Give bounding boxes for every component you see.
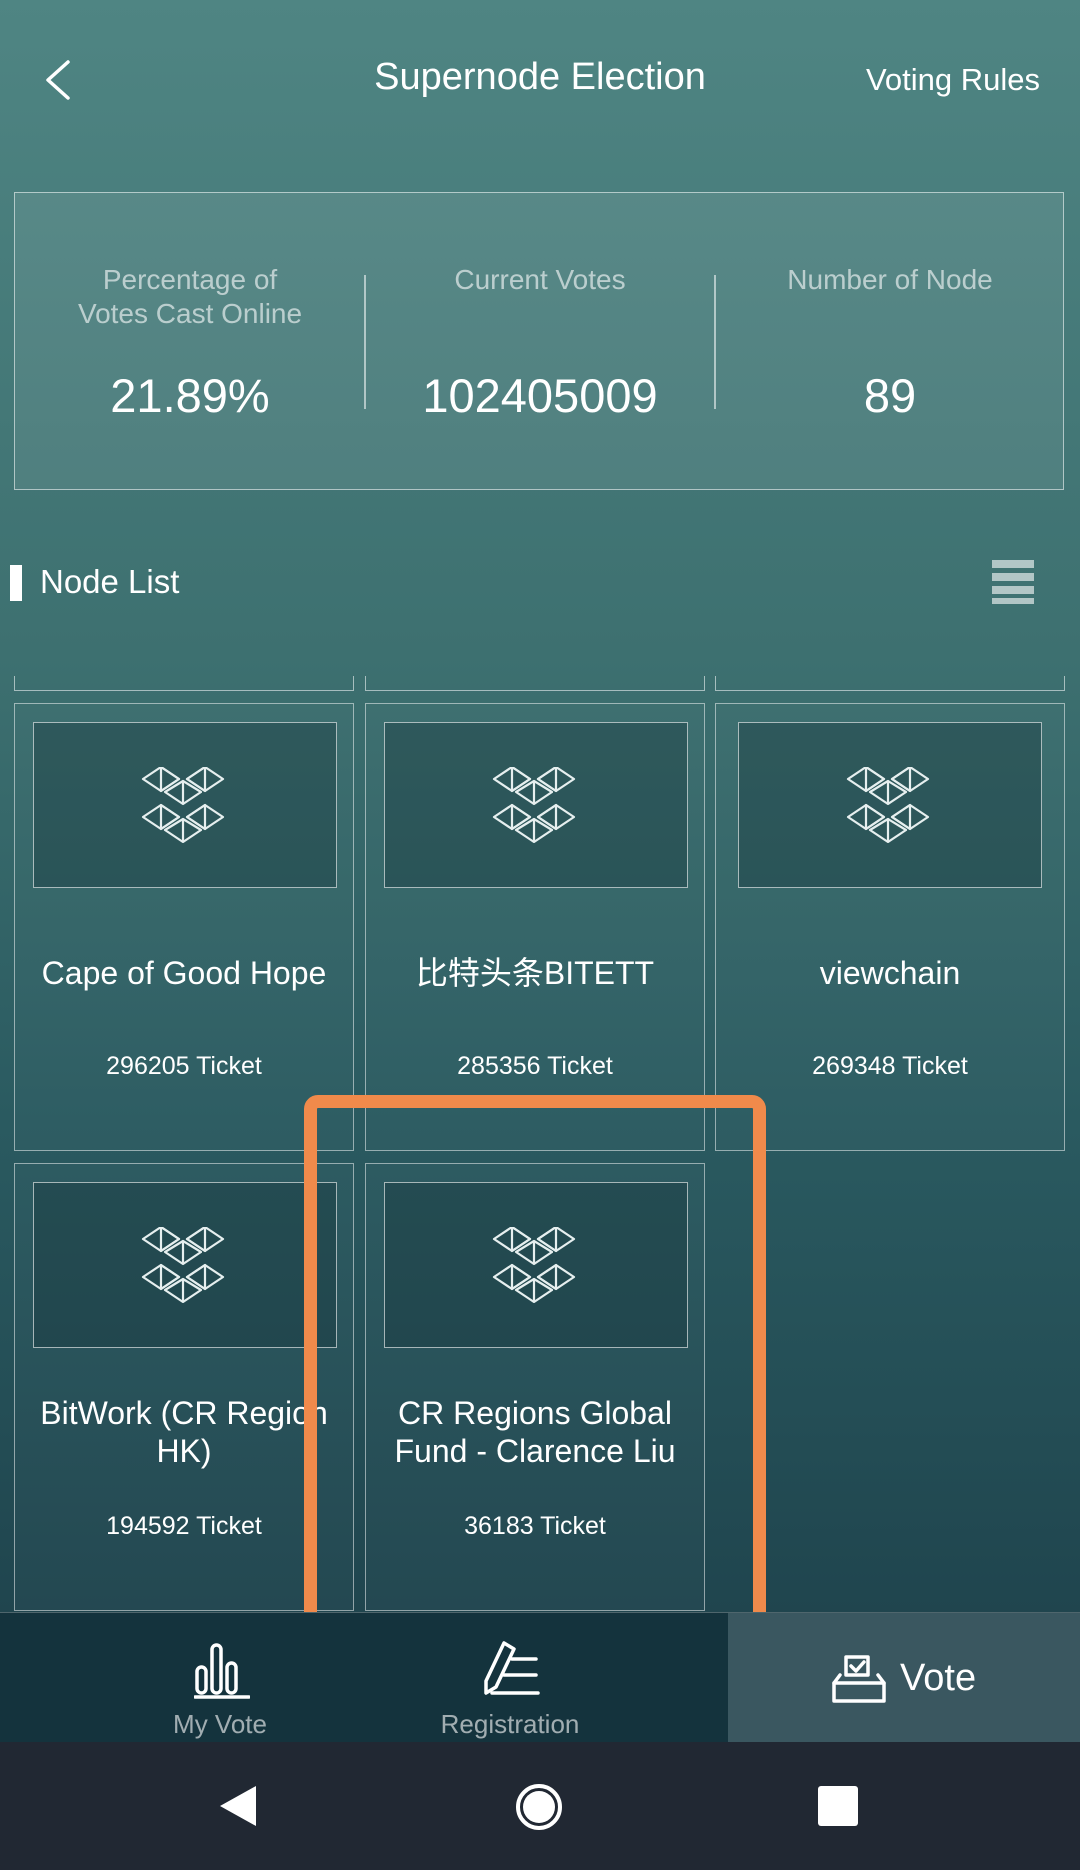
- edit-pen-icon: [484, 1641, 540, 1695]
- node-thumbnail: [33, 722, 337, 888]
- node-tickets: 296205 Ticket: [106, 1052, 262, 1080]
- node-name: 比特头条BITETT: [415, 955, 655, 991]
- node-thumbnail: [738, 722, 1042, 888]
- node-thumbnail: [384, 722, 688, 888]
- stat-node-count: Number of Node 89: [715, 193, 1065, 491]
- app-header: Supernode Election Voting Rules: [0, 0, 1080, 160]
- node-name: Cape of Good Hope: [41, 955, 327, 991]
- nav-recents-icon[interactable]: [818, 1786, 858, 1826]
- card-peek: [365, 676, 705, 691]
- node-tickets: 285356 Ticket: [457, 1052, 613, 1080]
- node-logo-icon: [846, 767, 930, 843]
- stat-current-votes: Current Votes 102405009: [365, 193, 715, 491]
- tab-my-vote[interactable]: My Vote: [150, 1613, 290, 1743]
- node-card[interactable]: 比特头条BITETT 285356 Ticket: [365, 703, 705, 1151]
- vote-label: Vote: [900, 1657, 977, 1699]
- card-peek: [14, 676, 354, 691]
- vote-button[interactable]: Vote: [728, 1613, 1080, 1743]
- stat-value: 21.89%: [110, 369, 270, 422]
- stat-online-percentage: Percentage of Votes Cast Online 21.89%: [15, 193, 365, 491]
- tab-registration[interactable]: Registration: [420, 1613, 600, 1743]
- stat-value: 89: [863, 369, 917, 422]
- stat-label: Number of Node: [787, 264, 993, 295]
- nav-back-icon[interactable]: [218, 1784, 258, 1828]
- nav-home-icon[interactable]: [514, 1782, 564, 1832]
- stat-label: Percentage of Votes Cast Online: [77, 264, 303, 329]
- tab-label: Registration: [440, 1709, 580, 1739]
- stat-value: 102405009: [422, 369, 658, 422]
- node-tickets: 269348 Ticket: [812, 1052, 968, 1080]
- highlight-annotation-box: [304, 1095, 766, 1673]
- node-name: BitWork (CR Region HK): [40, 1395, 328, 1469]
- node-logo-icon: [141, 1227, 225, 1303]
- stat-label: Current Votes: [454, 264, 626, 295]
- section-title: Node List: [40, 563, 180, 600]
- node-name: viewchain: [819, 955, 961, 991]
- tab-label: My Vote: [173, 1709, 267, 1739]
- section-accent-bar: [10, 565, 22, 601]
- voting-rules-link[interactable]: Voting Rules: [866, 62, 1040, 98]
- node-card[interactable]: BitWork (CR Region HK) 194592 Ticket: [14, 1163, 354, 1611]
- bottom-tab-bar: My Vote Registration Vote: [0, 1612, 1080, 1743]
- ballot-box-icon: [832, 1655, 886, 1703]
- node-thumbnail: [33, 1182, 337, 1348]
- bar-chart-icon: [194, 1643, 250, 1699]
- node-card[interactable]: viewchain 269348 Ticket: [715, 703, 1065, 1151]
- node-list-header: Node List: [0, 555, 1080, 609]
- node-card[interactable]: Cape of Good Hope 296205 Ticket: [14, 703, 354, 1151]
- election-stats-panel: Percentage of Votes Cast Online 21.89% C…: [14, 192, 1064, 490]
- node-logo-icon: [141, 767, 225, 843]
- system-navigation-bar: [0, 1742, 1080, 1870]
- node-tickets: 194592 Ticket: [106, 1512, 262, 1540]
- list-menu-icon[interactable]: [992, 560, 1034, 604]
- node-logo-icon: [492, 767, 576, 843]
- card-peek: [715, 676, 1065, 691]
